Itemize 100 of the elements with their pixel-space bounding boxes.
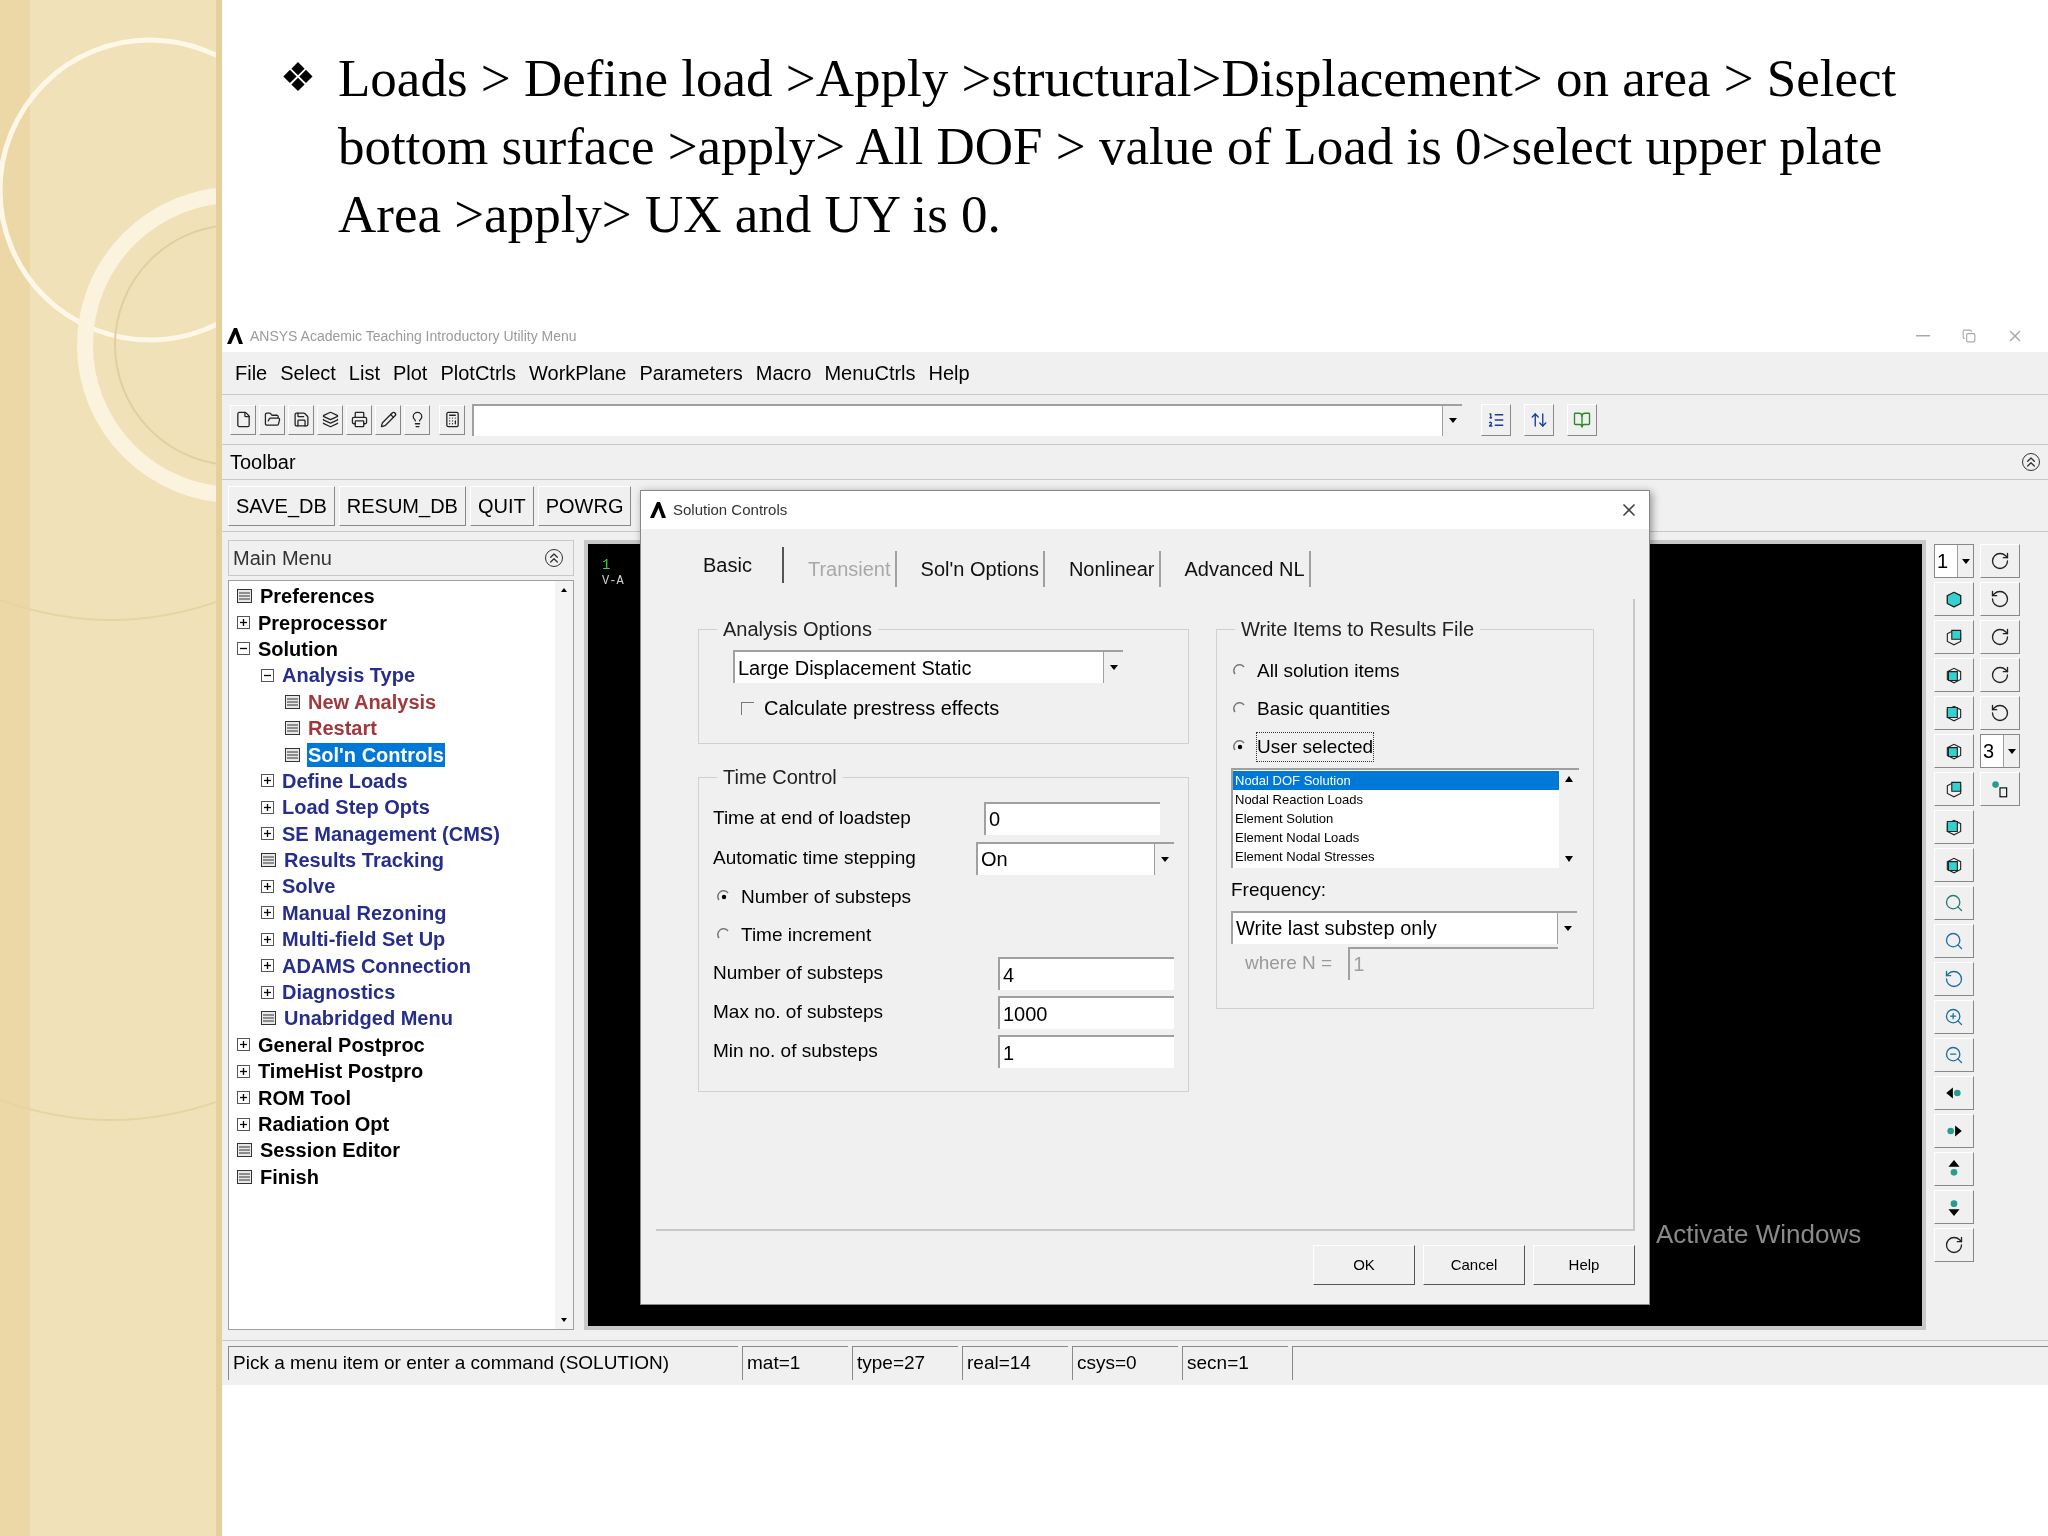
listbox-option[interactable]: Element Nodal Stresses (1233, 847, 1559, 866)
dialog-button[interactable]: OK (1313, 1245, 1415, 1285)
view-button[interactable] (1934, 620, 1974, 654)
menu-tree-item[interactable]: New Analysis (307, 689, 438, 714)
expand-icon[interactable] (237, 1064, 250, 1078)
menu-tree-item[interactable]: Restart (307, 716, 378, 741)
listbox-option[interactable]: Nodal DOF Solution (1233, 771, 1559, 790)
expand-icon[interactable] (237, 1038, 250, 1052)
menu-tree-item[interactable]: Load Step Opts (281, 795, 431, 820)
menu-tree-item[interactable]: TimeHist Postpro (257, 1059, 425, 1084)
toolbar-button[interactable] (230, 404, 256, 435)
view-button[interactable] (1934, 1114, 1974, 1148)
scrollbar[interactable] (555, 581, 573, 1329)
tab[interactable]: Sol'n Options (916, 551, 1045, 587)
expand-icon[interactable] (237, 1091, 250, 1105)
view-button[interactable] (1934, 582, 1974, 616)
menu-tree-item[interactable]: Sol'n Controls (307, 742, 445, 767)
view-dropdown[interactable]: 3 (1980, 734, 2020, 768)
view-button[interactable] (1934, 734, 1974, 768)
menu-tree-item[interactable]: SE Management (CMS) (281, 821, 501, 846)
expand-icon[interactable] (261, 985, 274, 999)
toolbar-button[interactable]: QUIT (469, 485, 534, 526)
view-button[interactable] (1980, 658, 2020, 692)
menu-tree-item[interactable]: Solve (281, 874, 337, 899)
toolbar-button[interactable] (1524, 403, 1554, 436)
tab[interactable]: Advanced NL (1180, 551, 1311, 587)
view-button[interactable] (1934, 1190, 1974, 1224)
view-button[interactable] (1934, 1228, 1974, 1262)
expand-icon[interactable] (261, 800, 274, 814)
menu-tree-item[interactable]: Preprocessor (257, 610, 388, 635)
view-button[interactable] (1934, 1076, 1974, 1110)
menu-tree-item[interactable]: Unabridged Menu (283, 1006, 454, 1031)
expand-icon[interactable] (261, 774, 274, 788)
view-button[interactable] (1934, 772, 1974, 806)
menu-item[interactable]: File (235, 358, 268, 388)
input-field[interactable]: 4 (998, 957, 1174, 990)
menu-item[interactable]: PlotCtrls (440, 358, 516, 388)
dropdown[interactable]: On (976, 841, 1174, 875)
collapse-icon[interactable] (237, 642, 250, 656)
view-button[interactable] (1980, 544, 2020, 578)
input-field[interactable]: 0 (984, 801, 1160, 835)
input-field[interactable]: 1 (998, 1035, 1174, 1068)
menu-item[interactable]: Plot (392, 358, 428, 388)
view-button[interactable] (1934, 658, 1974, 692)
toolbar-button[interactable]: POWRG (537, 485, 632, 526)
view-button[interactable] (1934, 696, 1974, 730)
menu-tree-item[interactable]: Finish (259, 1164, 320, 1189)
expand-icon[interactable] (237, 616, 250, 630)
checkbox[interactable] (741, 701, 754, 715)
menu-tree-item[interactable]: Multi-field Set Up (281, 927, 447, 952)
expand-icon[interactable] (261, 959, 274, 973)
menu-tree-item[interactable]: Manual Rezoning (281, 900, 448, 925)
menu-tree-item[interactable]: Radiation Opt (257, 1112, 391, 1136)
menu-item[interactable]: Select (280, 358, 336, 388)
collapse-icon[interactable] (261, 668, 274, 682)
view-button[interactable] (1980, 620, 2020, 654)
toolbar-button[interactable] (317, 404, 343, 435)
menu-item[interactable]: MenuCtrls (824, 358, 916, 388)
menu-item[interactable]: List (348, 358, 380, 388)
toolbar-button[interactable] (404, 404, 430, 435)
dropdown[interactable]: Large Displacement Static (733, 650, 1123, 683)
menu-tree-item[interactable]: ADAMS Connection (281, 953, 472, 978)
view-dropdown[interactable]: 1 (1934, 544, 1974, 578)
menu-tree-item[interactable]: Analysis Type (281, 663, 417, 688)
toolbar-button[interactable] (1481, 403, 1511, 436)
toolbar-button[interactable] (439, 404, 465, 435)
menu-tree-item[interactable]: Define Loads (281, 768, 409, 793)
input-field[interactable]: 1000 (998, 996, 1174, 1029)
menu-tree-item[interactable]: Results Tracking (283, 848, 446, 873)
menu-tree-item[interactable]: General Postproc (257, 1032, 426, 1057)
toolbar-button[interactable]: RESUM_DB (338, 485, 466, 526)
toolbar-button[interactable] (259, 404, 285, 435)
menu-tree-item[interactable]: Session Editor (259, 1138, 402, 1163)
view-button[interactable] (1934, 1152, 1974, 1186)
expand-icon[interactable] (261, 906, 274, 920)
dialog-button[interactable]: Help (1533, 1245, 1635, 1285)
menu-tree-item[interactable]: ROM Tool (257, 1085, 352, 1110)
menu-item[interactable]: Macro (755, 358, 812, 388)
view-button[interactable] (1934, 848, 1974, 882)
expand-icon[interactable] (261, 932, 274, 946)
menu-tree-item[interactable]: Preferences (259, 584, 376, 609)
menu-tree-item[interactable]: Diagnostics (281, 980, 397, 1005)
toolbar-button[interactable] (288, 404, 314, 435)
listbox-option[interactable]: Element Nodal Loads (1233, 828, 1559, 847)
menu-tree-item[interactable]: Solution (257, 636, 339, 661)
listbox-option[interactable]: Nodal Reaction Loads (1233, 790, 1559, 809)
expand-icon[interactable] (261, 880, 274, 893)
command-field[interactable] (472, 403, 1462, 436)
tab[interactable]: Basic (699, 547, 784, 583)
view-button[interactable] (1934, 810, 1974, 844)
dropdown[interactable]: Write last substep only (1231, 910, 1577, 944)
toolbar-button[interactable] (346, 404, 372, 435)
expand-icon[interactable] (237, 1117, 250, 1131)
view-button[interactable] (1980, 582, 2020, 616)
expand-icon[interactable] (261, 827, 274, 841)
toolbar-button[interactable]: SAVE_DB (228, 485, 335, 526)
menu-item[interactable]: Help (928, 358, 970, 388)
menu-item[interactable]: WorkPlane (529, 358, 627, 388)
view-button[interactable] (1980, 696, 2020, 730)
toolbar-button[interactable] (375, 404, 401, 435)
